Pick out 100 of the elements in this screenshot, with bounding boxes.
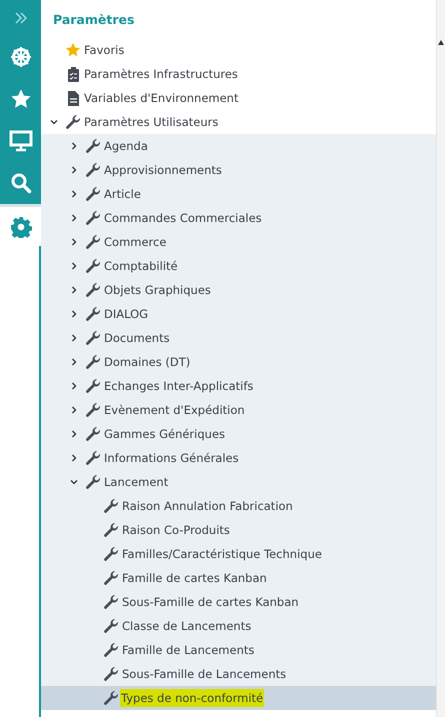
chevron-right-icon[interactable] [70, 382, 78, 390]
wrench-icon [85, 450, 101, 466]
chevron-right-icon[interactable] [70, 406, 78, 414]
tree-item[interactable]: Gammes Génériques [41, 422, 436, 446]
item-label: Raison Annulation Fabrication [122, 499, 293, 513]
chevron-right-icon[interactable] [70, 190, 78, 198]
chevron-right-icon[interactable] [70, 214, 78, 222]
item-label: Documents [104, 331, 170, 345]
item-label: Famille de cartes Kanban [122, 571, 267, 585]
wrench-icon [85, 330, 101, 346]
wrench-icon [103, 522, 119, 538]
star-icon [65, 42, 81, 58]
search-icon[interactable] [10, 172, 32, 194]
tree-item[interactable]: Favoris [41, 38, 436, 62]
chevron-right-icon[interactable] [70, 310, 78, 318]
wrench-icon [103, 666, 119, 682]
tree-item[interactable]: Commandes Commerciales [41, 206, 436, 230]
wrench-icon [103, 498, 119, 514]
chevron-right-icon[interactable] [70, 430, 78, 438]
chevron-down-icon[interactable] [70, 478, 78, 486]
item-label: Comptabilité [104, 259, 178, 273]
item-label: Approvisionnements [104, 163, 222, 177]
tree-item[interactable]: Commerce [41, 230, 436, 254]
tree-item[interactable]: Agenda [41, 134, 436, 158]
wrench-icon [85, 186, 101, 202]
wrench-icon [103, 642, 119, 658]
chevron-down-icon[interactable] [50, 118, 58, 126]
tree-item[interactable]: DIALOG [41, 302, 436, 326]
wrench-icon [103, 594, 119, 610]
item-label: Favoris [84, 43, 124, 57]
tree-item[interactable]: Informations Générales [41, 446, 436, 470]
wrench-icon [85, 378, 101, 394]
tree-item[interactable]: Approvisionnements [41, 158, 436, 182]
item-label: Objets Graphiques [104, 283, 211, 297]
chevron-right-icon[interactable] [70, 286, 78, 294]
chevron-right-icon[interactable] [70, 334, 78, 342]
chevron-right-icon[interactable] [70, 358, 78, 366]
item-label: Paramètres Utilisateurs [84, 115, 218, 129]
tree-item[interactable]: Raison Annulation Fabrication [41, 494, 436, 518]
tree-item[interactable]: Types de non-conformité [41, 686, 436, 710]
wrench-icon [85, 258, 101, 274]
chevron-right-icon[interactable] [70, 238, 78, 246]
item-label: Classe de Lancements [122, 619, 252, 633]
settings-icon[interactable] [10, 216, 32, 238]
item-label: Sous-Famille de Lancements [122, 667, 286, 681]
item-label: Agenda [104, 139, 148, 153]
item-label: Article [104, 187, 141, 201]
item-label: Variables d'Environnement [84, 91, 238, 105]
tree-item[interactable]: Raison Co-Produits [41, 518, 436, 542]
tree-item[interactable]: Famille de cartes Kanban [41, 566, 436, 590]
tree-item[interactable]: Variables d'Environnement [41, 86, 436, 110]
monitor-icon[interactable] [8, 130, 32, 152]
tree-item[interactable]: Article [41, 182, 436, 206]
wrench-icon [85, 138, 101, 154]
tree-item[interactable]: Paramètres Utilisateurs [41, 110, 436, 134]
wrench-icon [103, 546, 119, 562]
wrench-icon [85, 426, 101, 442]
tree-item[interactable]: Famille de Lancements [41, 638, 436, 662]
item-label: Commandes Commerciales [104, 211, 262, 225]
item-label: Informations Générales [104, 451, 239, 465]
tree-item[interactable]: Documents [41, 326, 436, 350]
wrench-icon [85, 162, 101, 178]
item-label: Familles/Caractéristique Technique [122, 547, 322, 561]
item-label: Evènement d'Expédition [104, 403, 245, 417]
wrench-icon [85, 282, 101, 298]
wrench-icon [85, 474, 101, 490]
panel-title: Paramètres [52, 10, 136, 28]
tree-item[interactable]: Sous-Famille de cartes Kanban [41, 590, 436, 614]
item-label: Famille de Lancements [122, 643, 254, 657]
item-label: Types de non-conformité [120, 689, 264, 707]
tree-item[interactable]: Domaines (DT) [41, 350, 436, 374]
tree-item[interactable]: Lancement [41, 470, 436, 494]
tree-item[interactable]: Objets Graphiques [41, 278, 436, 302]
chevron-right-icon[interactable] [70, 166, 78, 174]
wrench-icon [85, 210, 101, 226]
item-label: Paramètres Infrastructures [84, 67, 238, 81]
chevron-right-icon[interactable] [70, 262, 78, 270]
tree-item[interactable]: Evènement d'Expédition [41, 398, 436, 422]
wrench-icon [85, 234, 101, 250]
clipboard-icon [68, 66, 78, 82]
chevron-right-icon[interactable] [70, 142, 78, 150]
tree-item[interactable]: Echanges Inter-Applicatifs [41, 374, 436, 398]
tree-item[interactable]: Familles/Caractéristique Technique [41, 542, 436, 566]
chevron-right-icon[interactable] [70, 454, 78, 462]
item-label: Raison Co-Produits [122, 523, 230, 537]
wrench-icon [103, 690, 119, 706]
item-label: Gammes Génériques [104, 427, 226, 441]
item-label: Lancement [104, 475, 168, 489]
wrench-icon [103, 618, 119, 634]
item-label: Echanges Inter-Applicatifs [104, 379, 254, 393]
wheel-icon[interactable] [10, 46, 32, 68]
wrench-icon [65, 114, 81, 130]
wrench-icon [103, 570, 119, 586]
scroll-up-icon[interactable] [438, 40, 444, 45]
wrench-icon [85, 306, 101, 322]
tree-item[interactable]: Classe de Lancements [41, 614, 436, 638]
tree-item[interactable]: Paramètres Infrastructures [41, 62, 436, 86]
tree-item[interactable]: Comptabilité [41, 254, 436, 278]
star-icon[interactable] [10, 88, 32, 110]
tree-item[interactable]: Sous-Famille de Lancements [41, 662, 436, 686]
